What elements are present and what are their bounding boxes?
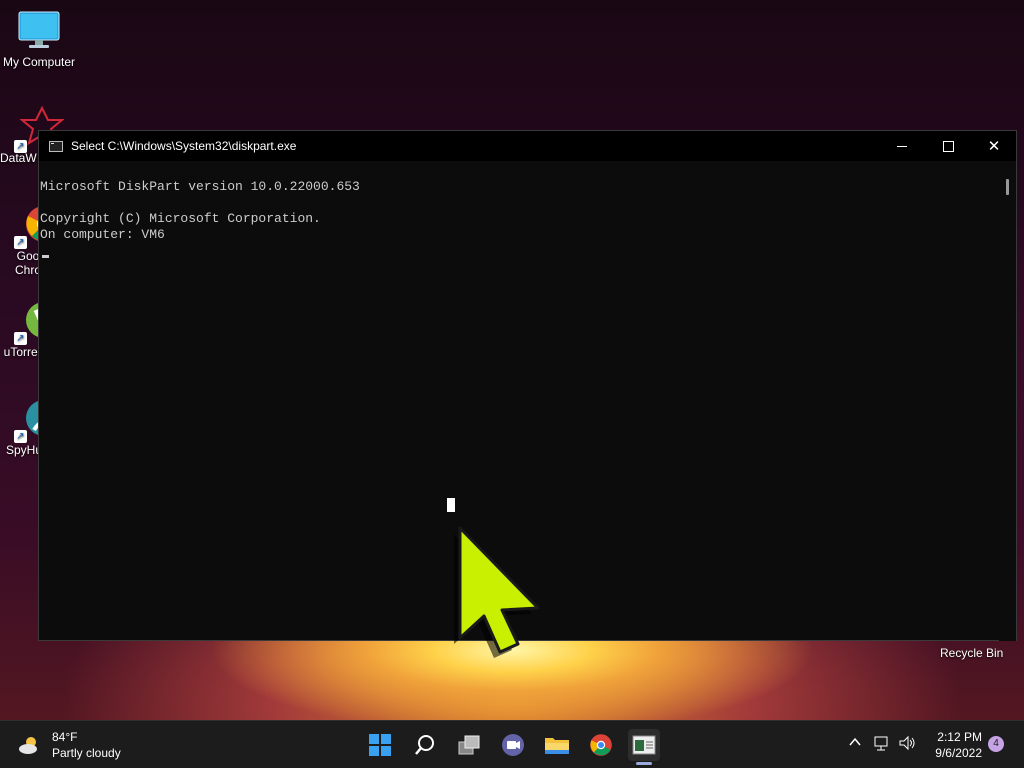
- weather-description: Partly cloudy: [52, 746, 121, 760]
- desktop-icon-label: My Computer: [2, 55, 76, 69]
- start-button[interactable]: [364, 729, 396, 761]
- text-caret: [42, 255, 49, 258]
- weather-widget[interactable]: 84°F Partly cloudy: [18, 729, 121, 761]
- chrome-icon: [590, 734, 612, 756]
- volume-icon[interactable]: [898, 735, 916, 754]
- chat-icon: [502, 734, 524, 756]
- scrollbar-thumb[interactable]: [1006, 179, 1009, 195]
- active-app-indicator: [636, 762, 652, 765]
- chrome-taskbar-button[interactable]: [585, 729, 617, 761]
- shortcut-arrow-icon: ↗: [14, 236, 27, 249]
- shortcut-arrow-icon: ↗: [14, 332, 27, 345]
- system-clock[interactable]: 2:12 PM 9/6/2022: [928, 729, 982, 761]
- shortcut-arrow-icon: ↗: [14, 140, 27, 153]
- partly-cloudy-icon: [19, 737, 37, 754]
- console-app-icon: [49, 140, 63, 152]
- pointer-arrow-icon: [454, 526, 540, 658]
- task-view-icon: [458, 735, 480, 755]
- maximize-icon: [942, 140, 954, 152]
- network-icon[interactable]: [873, 735, 891, 754]
- minimize-button[interactable]: [879, 131, 925, 161]
- weather-temperature: 84°F: [52, 730, 78, 744]
- shortcut-arrow-icon: ↗: [14, 430, 27, 443]
- console-prompt-line[interactable]: [39, 243, 999, 259]
- minimize-icon: [897, 145, 907, 147]
- taskbar: 84°F Partly cloudy 2:12 PM 9/6/2022: [0, 720, 1024, 768]
- search-icon: [415, 735, 434, 755]
- close-button[interactable]: ✕: [971, 131, 1017, 161]
- windows-start-icon: [369, 734, 391, 756]
- window-title: Select C:\Windows\System32\diskpart.exe: [71, 139, 297, 153]
- maximize-button[interactable]: [925, 131, 971, 161]
- notification-badge[interactable]: 4: [988, 736, 1004, 752]
- monitor-icon: [18, 11, 60, 48]
- text-cursor-icon: [447, 498, 455, 512]
- console-scrollbar[interactable]: [999, 161, 1016, 641]
- window-titlebar[interactable]: Select C:\Windows\System32\diskpart.exe …: [39, 131, 1016, 161]
- file-explorer-button[interactable]: [541, 729, 573, 761]
- clock-date: 9/6/2022: [935, 746, 982, 760]
- diskpart-taskbar-button[interactable]: [628, 729, 660, 761]
- recycle-bin-label[interactable]: Recycle Bin: [940, 646, 1003, 660]
- search-button[interactable]: [409, 729, 441, 761]
- console-line: Microsoft DiskPart version 10.0.22000.65…: [40, 179, 360, 194]
- console-line: On computer: VM6: [40, 227, 165, 242]
- folder-icon: [545, 738, 569, 754]
- task-view-button[interactable]: [453, 729, 485, 761]
- teams-chat-button[interactable]: [497, 729, 529, 761]
- clock-time: 2:12 PM: [937, 730, 982, 744]
- show-hidden-icons-chevron-icon[interactable]: [848, 735, 862, 752]
- close-icon: ✕: [987, 137, 1001, 155]
- desktop-icon-my-computer[interactable]: My Computer: [0, 10, 78, 69]
- console-window-icon: [632, 735, 656, 755]
- console-line: Copyright (C) Microsoft Corporation.: [40, 211, 321, 226]
